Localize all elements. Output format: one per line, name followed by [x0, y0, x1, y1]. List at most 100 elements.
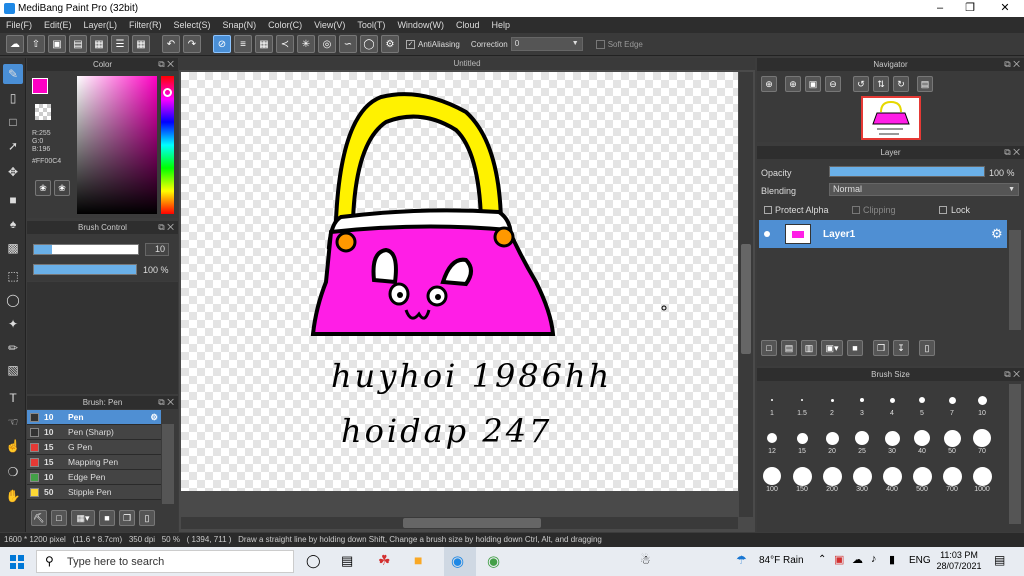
- layer-opacity-slider[interactable]: [829, 166, 985, 177]
- flip-icon[interactable]: ⇅: [873, 76, 889, 92]
- brush-size-option[interactable]: [771, 399, 773, 401]
- brush-size-option[interactable]: [830, 398, 834, 402]
- transparent-swatch[interactable]: [35, 104, 51, 120]
- brush-size-scrollbar[interactable]: [1009, 384, 1021, 524]
- clipping-checkbox[interactable]: [852, 206, 860, 214]
- comment-icon[interactable]: ▣: [48, 35, 66, 53]
- panel-close-icon[interactable]: ⧉ ✕: [158, 58, 174, 71]
- eye-icon[interactable]: [764, 231, 770, 237]
- softedge-checkbox[interactable]: [595, 39, 605, 49]
- vertical-scroll-thumb[interactable]: [741, 244, 751, 354]
- brush-item[interactable]: 15 Mapping Pen: [27, 455, 161, 470]
- menu-layer[interactable]: Layer(L): [84, 20, 118, 30]
- snap-settings-icon[interactable]: ⚙: [381, 35, 399, 53]
- select-eraser-icon[interactable]: ▧: [3, 360, 23, 380]
- brush-opacity-slider[interactable]: [33, 264, 137, 275]
- app-icon-1[interactable]: ☘: [378, 552, 391, 569]
- chevron-up-icon[interactable]: ⌃: [818, 554, 826, 565]
- reset-view-icon[interactable]: ▤: [917, 76, 933, 92]
- maximize-button[interactable]: ❐: [955, 0, 985, 17]
- brush-size-value[interactable]: 10: [145, 243, 169, 256]
- brush-size-option[interactable]: [825, 431, 839, 445]
- brush-size-option[interactable]: [763, 467, 781, 485]
- new-layer-icon[interactable]: □: [761, 340, 777, 356]
- brush-size-option[interactable]: [973, 429, 991, 447]
- brush-size-option[interactable]: [792, 466, 812, 486]
- curve-snap-icon[interactable]: ∽: [339, 35, 357, 53]
- drawing-canvas[interactable]: huyhoi 1986hh hoidap 247: [181, 72, 738, 491]
- panel-close-icon[interactable]: ⧉ ✕: [1004, 368, 1020, 381]
- file-explorer-icon[interactable]: ■: [414, 552, 422, 568]
- chrome-taskbar-icon[interactable]: ◉: [487, 552, 500, 570]
- cloud-icon[interactable]: ☁: [6, 35, 24, 53]
- brush-size-option[interactable]: [855, 431, 869, 445]
- undo-icon[interactable]: ↶: [162, 35, 180, 53]
- clock[interactable]: 11:03 PM 28/07/2021: [934, 550, 984, 572]
- battery-icon[interactable]: ▮: [889, 553, 895, 566]
- layer-row[interactable]: Layer1 ⚙: [759, 220, 1007, 248]
- parallel-snap-icon[interactable]: ≡: [234, 35, 252, 53]
- brush-size-option[interactable]: [796, 432, 808, 444]
- hue-handle[interactable]: [163, 88, 172, 97]
- fit-icon[interactable]: ▣: [805, 76, 821, 92]
- brush-size-option[interactable]: [889, 397, 895, 403]
- canvas-tab[interactable]: Untitled: [179, 58, 755, 70]
- line-tool-icon[interactable]: ➚: [3, 136, 23, 156]
- duplicate-icon[interactable]: ❐: [119, 510, 135, 526]
- duplicate-layer-icon[interactable]: ❐: [873, 340, 889, 356]
- layer-scrollbar[interactable]: [1009, 230, 1021, 330]
- divide-tool-icon[interactable]: ☜: [3, 412, 23, 432]
- move-tool-icon[interactable]: ✥: [3, 162, 23, 182]
- chat-icon[interactable]: ▤: [69, 35, 87, 53]
- no-snap-icon[interactable]: ⊘: [213, 35, 231, 53]
- horizontal-scroll-thumb[interactable]: [403, 518, 541, 528]
- menu-help[interactable]: Help: [491, 20, 510, 30]
- lock-checkbox[interactable]: [939, 206, 947, 214]
- menu-snap[interactable]: Snap(N): [223, 20, 257, 30]
- antialias-checkbox[interactable]: ✓: [406, 39, 415, 49]
- volume-icon[interactable]: ♪: [871, 553, 877, 565]
- saturation-value-square[interactable]: [77, 76, 157, 214]
- grid-icon[interactable]: ▦: [132, 35, 150, 53]
- menu-view[interactable]: View(V): [314, 20, 345, 30]
- add-layer-menu-icon[interactable]: ▣▾: [821, 340, 843, 356]
- panel-close-icon[interactable]: ⧉ ✕: [158, 221, 174, 234]
- brush-delete-icon[interactable]: ▯: [139, 510, 155, 526]
- redo-icon[interactable]: ↷: [183, 35, 201, 53]
- cross-snap-icon[interactable]: ▦: [255, 35, 273, 53]
- minimize-button[interactable]: –: [925, 0, 955, 17]
- brush-size-option[interactable]: [943, 429, 961, 447]
- vanish-snap-icon[interactable]: ≺: [276, 35, 294, 53]
- menu-tool[interactable]: Tool(T): [357, 20, 385, 30]
- hand-select-icon[interactable]: ☝: [3, 436, 23, 456]
- brush-size-option[interactable]: [852, 466, 872, 486]
- medibang-taskbar-icon[interactable]: ◉: [451, 552, 464, 570]
- brush-list-scrollbar[interactable]: [162, 424, 174, 504]
- panel-close-icon[interactable]: ⧉ ✕: [1004, 58, 1020, 71]
- eyedropper-icon[interactable]: ❍: [3, 462, 23, 482]
- brush-size-option[interactable]: [912, 466, 932, 486]
- weather-icon[interactable]: ☂: [736, 553, 747, 567]
- fill-rect-tool-icon[interactable]: ■: [3, 190, 23, 210]
- people-icon[interactable]: ☃: [640, 553, 651, 567]
- taskbar-search-box[interactable]: ⚲ Type here to search: [36, 550, 294, 573]
- text-tool-icon[interactable]: T: [3, 388, 23, 408]
- brush-item[interactable]: 10 Pen ⚙: [27, 410, 161, 425]
- zoom-in-2-icon[interactable]: ⊕: [785, 76, 801, 92]
- correction-select[interactable]: 0 ▼: [510, 37, 583, 51]
- brush-size-slider[interactable]: [33, 244, 139, 255]
- layer-folder-icon[interactable]: ■: [847, 340, 863, 356]
- brush-size-option[interactable]: [767, 433, 777, 443]
- brush-size-option[interactable]: [977, 395, 987, 405]
- tray-app-2-icon[interactable]: ☁: [852, 553, 863, 566]
- new-8bit-layer-icon[interactable]: ▥: [801, 340, 817, 356]
- bucket-tool-icon[interactable]: ♠: [3, 214, 23, 234]
- brush-size-option[interactable]: [972, 466, 992, 486]
- brush-size-option[interactable]: [948, 396, 956, 404]
- brush-size-option[interactable]: [800, 398, 804, 402]
- radial-snap-icon[interactable]: ✳: [297, 35, 315, 53]
- new-color-layer-icon[interactable]: ▤: [781, 340, 797, 356]
- rotate-right-icon[interactable]: ↻: [893, 76, 909, 92]
- eraser-tool-icon[interactable]: ▯: [3, 88, 23, 108]
- select-tool-icon[interactable]: ⬚: [3, 266, 23, 286]
